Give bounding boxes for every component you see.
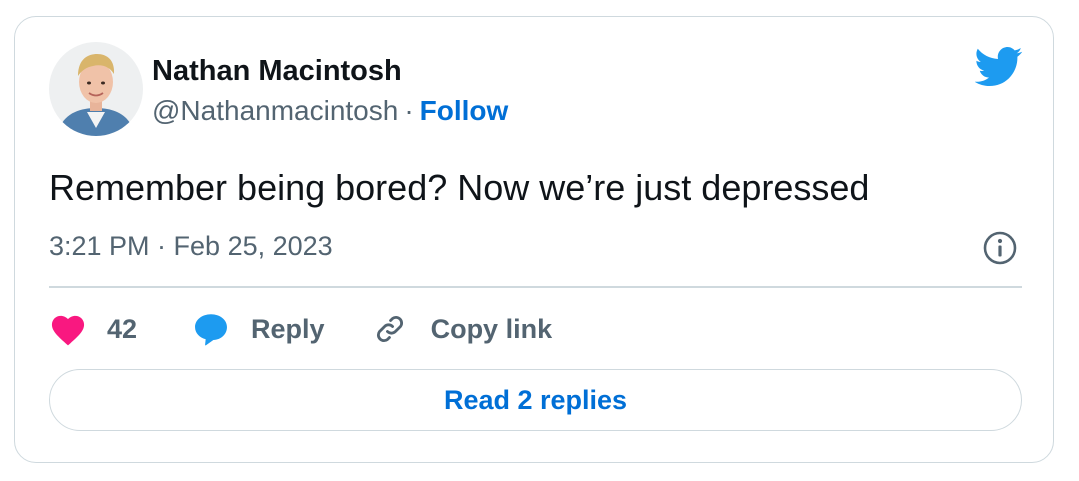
reply-label: Reply [251, 313, 325, 344]
author-name[interactable]: Nathan Macintosh [152, 55, 402, 88]
copy-link-label: Copy link [430, 313, 553, 344]
avatar[interactable] [49, 42, 143, 136]
read-replies-button[interactable]: Read 2 replies [49, 369, 1022, 431]
tweet-actions: 42 Reply Copy link [49, 305, 552, 353]
like-button[interactable]: 42 [49, 312, 137, 346]
speech-bubble-icon [195, 314, 228, 346]
reply-button[interactable]: Reply [193, 312, 325, 346]
info-icon[interactable] [982, 230, 1018, 266]
author-handle[interactable]: @Nathanmacintosh [152, 95, 398, 126]
separator-dot: · [404, 95, 414, 126]
heart-icon [51, 315, 85, 346]
embedded-tweet-card: Nathan Macintosh @Nathanmacintosh · Follow… [14, 16, 1054, 463]
author-handle-row: @Nathanmacintosh · Follow [152, 95, 508, 127]
tweet-timestamp[interactable]: 3:21 PM · Feb 25, 2023 [49, 231, 333, 262]
link-icon [376, 315, 403, 343]
like-count: 42 [107, 313, 138, 344]
twitter-bird-icon[interactable] [975, 47, 1023, 87]
tweet-text: Remember being bored? Now we’re just dep… [49, 167, 870, 208]
divider [49, 286, 1022, 288]
follow-link[interactable]: Follow [420, 95, 509, 126]
copy-link-button[interactable]: Copy link [373, 312, 553, 346]
